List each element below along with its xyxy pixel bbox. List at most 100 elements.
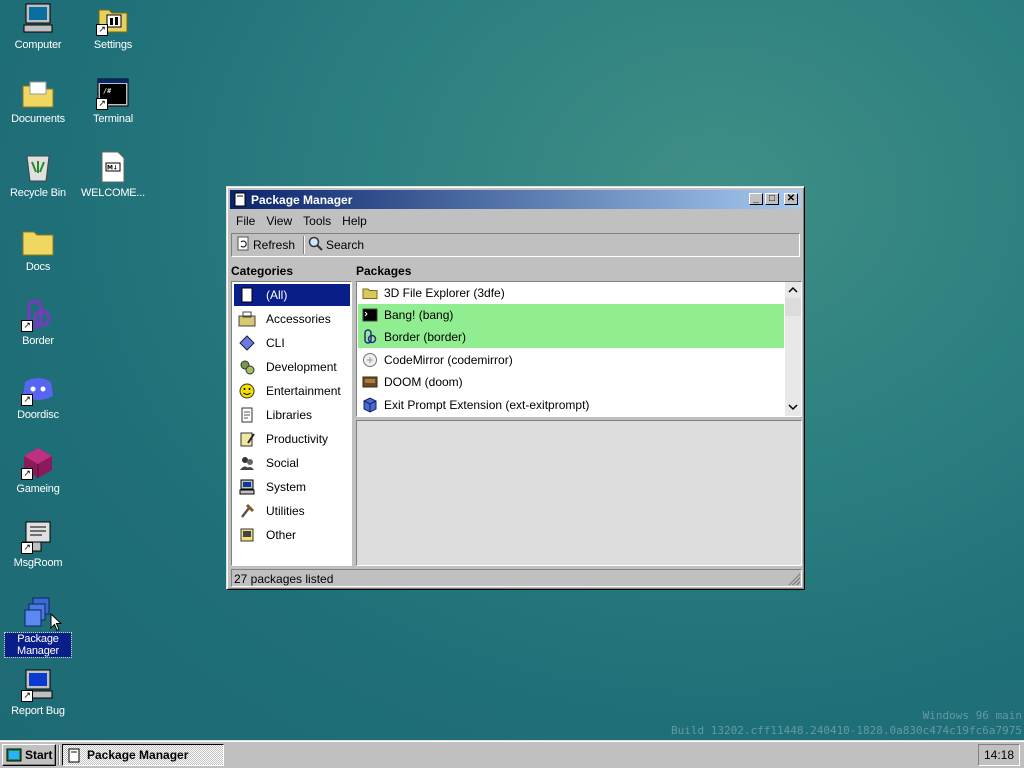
build-watermark-line2: Build 13202.cff11448.240410-1828.0a830c4… [671, 724, 1022, 737]
desktop-icon-doordisc[interactable]: ↗ Doordisc [0, 372, 76, 421]
desktop-icon-welcome[interactable]: M↓ WELCOME... [75, 150, 151, 199]
recycle-bin-icon [21, 150, 55, 184]
desktop-icon-label: Computer [14, 39, 62, 51]
shortcut-arrow-icon: ↗ [21, 542, 33, 554]
desktop-icon-settings[interactable]: ↗ Settings [75, 2, 151, 51]
menu-file[interactable]: File [230, 211, 260, 228]
category-all[interactable]: (All) [234, 284, 350, 306]
svg-text:M↓: M↓ [107, 165, 118, 172]
folder-icon [362, 285, 378, 301]
folder-icon [21, 224, 55, 258]
desktop-icon-label: Package Manager [4, 632, 72, 658]
status-text: 27 packages listed [234, 572, 334, 586]
category-other[interactable]: Other [234, 524, 350, 546]
game-cube-icon: ↗ [21, 446, 55, 480]
desktop-icon-label: Terminal [93, 113, 133, 125]
search-button[interactable]: Search [308, 236, 364, 254]
desktop-icon-border[interactable]: ↗ Border [0, 298, 76, 347]
toolbar-separator [303, 236, 305, 254]
scroll-thumb[interactable] [785, 298, 801, 316]
package-manager-window[interactable]: Package Manager _ □ ✕ File View Tools Help … [226, 186, 805, 590]
desktop-icon-label: Recycle Bin [10, 187, 66, 199]
category-system[interactable]: System [234, 476, 350, 498]
toolbar: Refresh Search [231, 233, 800, 257]
refresh-button[interactable]: Refresh [236, 236, 295, 254]
packages-list[interactable]: 3D File Explorer (3dfe) Bang! (bang) Bor… [356, 281, 802, 417]
category-utilities[interactable]: Utilities [234, 500, 350, 522]
desktop-icon-label: Documents [11, 113, 65, 125]
search-icon [308, 236, 323, 254]
category-entertainment[interactable]: Entertainment [234, 380, 350, 402]
maximize-button[interactable]: □ [765, 193, 779, 205]
system-icon [238, 479, 256, 495]
desktop-icon-documents[interactable]: Documents [0, 76, 76, 125]
package-row-bang[interactable]: Bang! (bang) [358, 304, 784, 326]
svg-text:/#: /# [103, 87, 112, 95]
package-details-panel [356, 420, 802, 566]
doom-icon [362, 374, 378, 390]
system-tray-clock[interactable]: 14:18 [978, 744, 1020, 766]
category-social[interactable]: Social [234, 452, 350, 474]
menu-view[interactable]: View [260, 211, 297, 228]
category-productivity[interactable]: Productivity [234, 428, 350, 450]
package-row-3dfe[interactable]: 3D File Explorer (3dfe) [358, 282, 784, 304]
package-row-border[interactable]: Border (border) [358, 326, 784, 348]
category-libraries[interactable]: Libraries [234, 404, 350, 426]
all-packages-icon [238, 287, 256, 303]
close-button[interactable]: ✕ [784, 193, 798, 205]
shortcut-arrow-icon: ↗ [21, 468, 33, 480]
taskbar-separator [58, 745, 60, 765]
desktop-icon-msgroom[interactable]: ↗ MsgRoom [0, 520, 76, 569]
desktop-icon-gameing[interactable]: ↗ Gameing [0, 446, 76, 495]
title-bar[interactable]: Package Manager _ □ ✕ [230, 190, 801, 209]
border-icon [362, 329, 378, 345]
libraries-icon [238, 407, 256, 423]
desktop-icon-label: WELCOME... [80, 187, 145, 199]
category-cli[interactable]: CLI [234, 332, 350, 354]
minimize-button[interactable]: _ [749, 193, 763, 205]
package-row-ext-exitprompt[interactable]: Exit Prompt Extension (ext-exitprompt) [358, 394, 784, 416]
shortcut-arrow-icon: ↗ [96, 98, 108, 110]
other-icon [238, 527, 256, 543]
categories-list[interactable]: (All) Accessories CLI Development Entert… [231, 281, 352, 566]
border-icon: ↗ [21, 298, 55, 332]
menu-tools[interactable]: Tools [297, 211, 336, 228]
shortcut-arrow-icon: ↗ [96, 24, 108, 36]
package-manager-icon [233, 192, 247, 210]
desktop-icon-package-manager[interactable]: Package Manager [0, 596, 76, 658]
start-button[interactable]: Start [2, 744, 56, 766]
taskbar: Start Package Manager 14:18 [0, 740, 1024, 768]
settings-folder-icon: ↗ [96, 2, 130, 36]
status-bar: 27 packages listed [231, 569, 802, 587]
package-row-doom[interactable]: DOOM (doom) [358, 371, 784, 393]
desktop-icon-terminal[interactable]: /# ↗ Terminal [75, 76, 151, 125]
markdown-file-icon: M↓ [96, 150, 130, 184]
desktop-icon-label: Settings [93, 39, 133, 51]
scroll-down-icon[interactable] [785, 399, 801, 415]
package-manager-icon [67, 748, 81, 763]
windows-logo-icon [6, 748, 22, 762]
desktop-icon-report-bug[interactable]: ↗ Report Bug [0, 668, 76, 717]
mouse-cursor-icon [50, 613, 62, 632]
discord-icon: ↗ [21, 372, 55, 406]
refresh-icon [236, 236, 250, 254]
packages-scrollbar[interactable] [785, 282, 801, 416]
category-accessories[interactable]: Accessories [234, 308, 350, 330]
category-development[interactable]: Development [234, 356, 350, 378]
codemirror-icon [362, 352, 378, 368]
entertainment-icon [238, 383, 256, 399]
development-icon [238, 359, 256, 375]
menu-help[interactable]: Help [336, 211, 372, 228]
cli-icon [238, 335, 256, 351]
shortcut-arrow-icon: ↗ [21, 394, 33, 406]
resize-grip-icon[interactable] [788, 573, 800, 585]
package-row-codemirror[interactable]: CodeMirror (codemirror) [358, 349, 784, 371]
msgroom-icon: ↗ [21, 520, 55, 554]
desktop-icon-computer[interactable]: Computer [0, 2, 76, 51]
scroll-up-icon[interactable] [785, 282, 801, 298]
desktop-icon-docs[interactable]: Docs [0, 224, 76, 273]
packages-heading: Packages [356, 264, 412, 278]
taskbar-button-package-manager[interactable]: Package Manager [62, 744, 224, 766]
menu-bar: File View Tools Help [230, 211, 801, 231]
desktop-icon-recycle-bin[interactable]: Recycle Bin [0, 150, 76, 199]
